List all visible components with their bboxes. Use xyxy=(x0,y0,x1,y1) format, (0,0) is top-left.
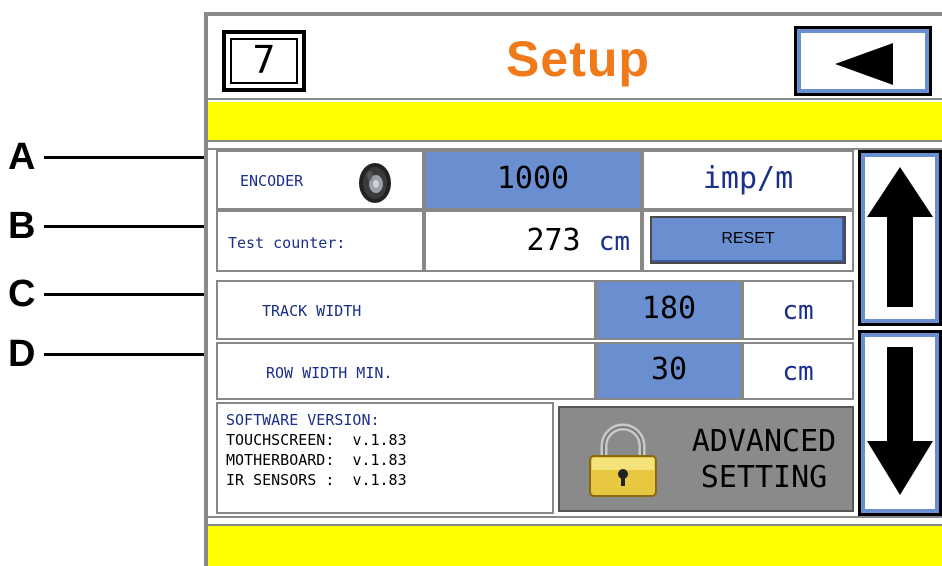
version-name: TOUCHSCREEN: xyxy=(226,431,335,449)
track-width-unit: cm xyxy=(742,280,854,340)
separator xyxy=(208,516,942,526)
row-width-value-field[interactable]: 30 xyxy=(596,342,742,400)
track-width-value-field[interactable]: 180 xyxy=(596,280,742,340)
header: 7 Setup xyxy=(208,16,942,100)
track-width-label-cell: TRACK WIDTH xyxy=(216,280,596,340)
version-value: v.1.83 xyxy=(352,431,407,449)
arrow-up-icon xyxy=(867,167,933,307)
encoder-unit: imp/m xyxy=(642,150,854,210)
version-name: IR SENSORS : xyxy=(226,471,335,489)
page-number: 7 xyxy=(222,30,306,92)
callout-letter: A xyxy=(8,136,36,178)
row-width-unit: cm xyxy=(742,342,854,400)
version-value: v.1.83 xyxy=(352,471,407,489)
page-title: Setup xyxy=(506,31,650,87)
callout-letter: D xyxy=(8,333,36,375)
advanced-line1: ADVANCED xyxy=(691,424,837,459)
scroll-down-button[interactable] xyxy=(858,330,942,516)
advanced-line2: SETTING xyxy=(700,460,828,495)
encoder-unit-text: imp/m xyxy=(702,161,794,196)
callout-letter: B xyxy=(8,205,36,247)
track-width-label: TRACK WIDTH xyxy=(262,302,362,320)
test-counter-label: Test counter: xyxy=(228,234,346,252)
arrow-down-icon xyxy=(867,347,933,495)
encoder-label: ENCODER xyxy=(240,172,304,190)
test-counter-label-cell: Test counter: xyxy=(216,210,424,272)
back-arrow-icon xyxy=(835,43,893,85)
callout-letter: C xyxy=(8,273,36,315)
top-status-bar xyxy=(208,102,942,140)
test-counter-value: 273 xyxy=(526,223,581,258)
software-version-panel: SOFTWARE VERSION: TOUCHSCREEN: v.1.83 MO… xyxy=(216,402,554,514)
software-version-title: SOFTWARE VERSION: xyxy=(226,411,380,429)
encoder-label-cell: ENCODER xyxy=(216,150,424,210)
separator xyxy=(208,140,942,150)
advanced-setting-button[interactable]: ADVANCED SETTING xyxy=(558,406,854,512)
advanced-setting-label: ADVANCED SETTING xyxy=(678,424,850,496)
device-screen: 7 Setup ENCODER 1000 imp/m Test counter:… xyxy=(204,12,942,566)
reset-area: RESET xyxy=(642,210,854,272)
wheel-icon xyxy=(359,163,391,203)
version-row: IR SENSORS : v.1.83 xyxy=(226,470,544,490)
screen-content: 7 Setup ENCODER 1000 imp/m Test counter:… xyxy=(208,16,942,566)
row-width-label: ROW WIDTH MIN. xyxy=(266,364,393,382)
test-counter-value-cell: 273 cm xyxy=(424,210,642,272)
encoder-value-field[interactable]: 1000 xyxy=(424,150,642,210)
version-row: MOTHERBOARD: v.1.83 xyxy=(226,450,544,470)
scroll-up-button[interactable] xyxy=(858,150,942,326)
version-value: v.1.83 xyxy=(352,451,407,469)
back-button[interactable] xyxy=(794,26,932,96)
bottom-status-bar xyxy=(208,526,942,566)
version-name: MOTHERBOARD: xyxy=(226,451,335,469)
row-width-label-cell: ROW WIDTH MIN. xyxy=(216,342,596,400)
padlock-icon xyxy=(589,423,657,497)
test-counter-unit: cm xyxy=(598,227,630,257)
reset-button[interactable]: RESET xyxy=(650,216,846,264)
version-row: TOUCHSCREEN: v.1.83 xyxy=(226,430,544,450)
